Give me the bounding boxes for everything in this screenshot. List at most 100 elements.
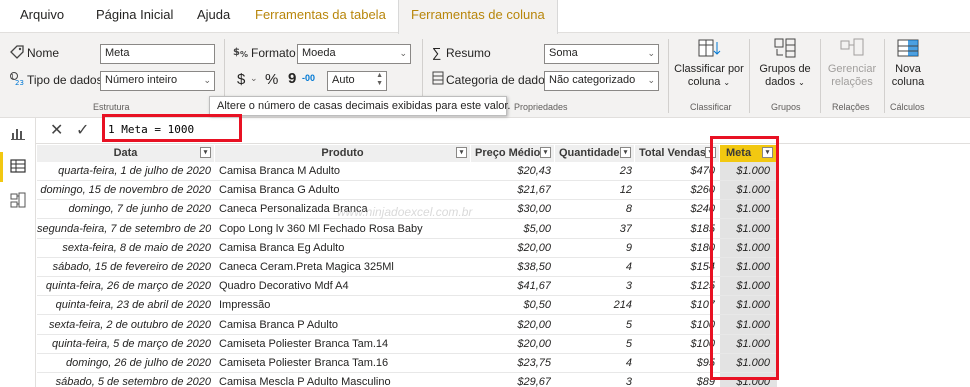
cell-total-vendas[interactable]: $185 — [635, 223, 715, 235]
cell-produto[interactable]: Camisa Branca Eg Adulto — [219, 242, 469, 254]
cell-produto[interactable]: Quadro Decorativo Mdf A4 — [219, 280, 469, 292]
cell-quantidade[interactable]: 23 — [555, 165, 632, 177]
commit-formula-icon[interactable]: ✓ — [76, 120, 89, 140]
cell-preco-medio[interactable]: $0,50 — [471, 299, 551, 311]
cell-total-vendas[interactable]: $470 — [635, 165, 715, 177]
cell-data[interactable]: quarta-feira, 1 de julho de 2020 — [37, 165, 211, 177]
cell-total-vendas[interactable]: $240 — [635, 203, 715, 215]
tab-ferramentas-tabela[interactable]: Ferramentas da tabela — [255, 7, 386, 22]
cell-preco-medio[interactable]: $23,75 — [471, 357, 551, 369]
table-row[interactable]: sábado, 5 de setembro de 2020 Camisa Mesc… — [37, 373, 777, 387]
decimal-places-icon[interactable]: -00 — [302, 73, 315, 83]
table-row[interactable]: segunda-feira, 7 de setembro de 2020 Copo… — [37, 220, 777, 239]
tab-ajuda[interactable]: Ajuda — [197, 7, 230, 22]
cancel-formula-icon[interactable]: ✕ — [50, 120, 63, 140]
table-row[interactable]: quinta-feira, 23 de abril de 2020 Impress… — [37, 296, 777, 316]
column-header-produto[interactable]: Produto ▾ — [215, 145, 471, 162]
percent-button[interactable]: % — [265, 71, 278, 88]
table-row[interactable]: quinta-feira, 26 de março de 2020 Quadro … — [37, 277, 777, 297]
table-row[interactable]: sexta-feira, 8 de maio de 2020 Camisa Bra… — [37, 239, 777, 258]
model-view-icon[interactable] — [9, 191, 27, 209]
tab-pagina-inicial[interactable]: Página Inicial — [96, 7, 173, 22]
cell-total-vendas[interactable]: $125 — [635, 280, 715, 292]
cell-total-vendas[interactable]: $95 — [635, 357, 715, 369]
table-row[interactable]: sábado, 15 de fevereiro de 2020 Caneca Ce… — [37, 258, 777, 277]
cell-data[interactable]: sábado, 5 de setembro de 2020 — [37, 376, 211, 387]
filter-dropdown-icon[interactable]: ▾ — [200, 147, 211, 158]
cell-data[interactable]: domingo, 7 de junho de 2020 — [37, 203, 211, 215]
nova-coluna-button[interactable]: Nova coluna — [886, 37, 930, 89]
cell-preco-medio[interactable]: $20,43 — [471, 165, 551, 177]
cell-preco-medio[interactable]: $5,00 — [471, 223, 551, 235]
cell-total-vendas[interactable]: $154 — [635, 261, 715, 273]
cell-preco-medio[interactable]: $41,67 — [471, 280, 551, 292]
cell-quantidade[interactable]: 3 — [555, 376, 632, 387]
cell-data[interactable]: domingo, 15 de novembro de 2020 — [37, 184, 211, 196]
cell-quantidade[interactable]: 3 — [555, 280, 632, 292]
cell-quantidade[interactable]: 9 — [555, 242, 632, 254]
column-header-data[interactable]: Data ▾ — [37, 145, 215, 162]
nome-input[interactable]: Meta — [100, 44, 215, 64]
cell-total-vendas[interactable]: $180 — [635, 242, 715, 254]
cell-quantidade[interactable]: 4 — [555, 357, 632, 369]
cell-data[interactable]: sexta-feira, 2 de outubro de 2020 — [37, 319, 211, 331]
cell-produto[interactable]: Camiseta Poliester Branca Tam.14 — [219, 338, 469, 350]
cell-preco-medio[interactable]: $21,67 — [471, 184, 551, 196]
table-row[interactable]: quarta-feira, 1 de julho de 2020 Camisa B… — [37, 162, 777, 181]
cell-total-vendas[interactable]: $89 — [635, 376, 715, 387]
cell-data[interactable]: quinta-feira, 5 de março de 2020 — [37, 338, 211, 350]
resumo-select[interactable]: Soma ⌄ — [544, 44, 659, 64]
cell-data[interactable]: sábado, 15 de fevereiro de 2020 — [37, 261, 211, 273]
cell-total-vendas[interactable]: $107 — [635, 299, 715, 311]
cell-produto[interactable]: Camisa Mescla P Adulto Masculino — [219, 376, 469, 387]
cell-produto[interactable]: Impressão — [219, 299, 469, 311]
cell-preco-medio[interactable]: $20,00 — [471, 242, 551, 254]
cell-produto[interactable]: Copo Long lv 360 Ml Fechado Rosa Baby — [219, 223, 469, 235]
table-row[interactable]: domingo, 26 de julho de 2020 Camiseta Pol… — [37, 354, 777, 373]
filter-dropdown-icon[interactable]: ▾ — [456, 147, 467, 158]
table-row[interactable]: domingo, 15 de novembro de 2020 Camisa Br… — [37, 181, 777, 201]
cell-quantidade[interactable]: 8 — [555, 203, 632, 215]
cell-preco-medio[interactable]: $38,50 — [471, 261, 551, 273]
cell-quantidade[interactable]: 12 — [555, 184, 632, 196]
column-header-total-vendas[interactable]: Total Vendas ▾ — [635, 145, 720, 162]
cell-total-vendas[interactable]: $260 — [635, 184, 715, 196]
cell-produto[interactable]: Camiseta Poliester Branca Tam.16 — [219, 357, 469, 369]
data-view-icon[interactable] — [9, 157, 27, 175]
cell-data[interactable]: sexta-feira, 8 de maio de 2020 — [37, 242, 211, 254]
report-view-icon[interactable] — [9, 124, 27, 142]
filter-dropdown-icon[interactable]: ▾ — [620, 147, 631, 158]
cell-produto[interactable]: Camisa Branca G Adulto — [219, 184, 469, 196]
column-header-quantidade[interactable]: Quantidade ▾ — [555, 145, 635, 162]
cell-produto[interactable]: Camisa Branca P Adulto — [219, 319, 469, 331]
gerenciar-relacoes-button[interactable]: Gerenciar relações — [823, 37, 881, 89]
cell-quantidade[interactable]: 5 — [555, 319, 632, 331]
cell-produto[interactable]: Caneca Ceram.Preta Magica 325Ml — [219, 261, 469, 273]
cell-preco-medio[interactable]: $20,00 — [471, 338, 551, 350]
cell-total-vendas[interactable]: $100 — [635, 338, 715, 350]
categoria-select[interactable]: Não categorizado ⌄ — [544, 71, 659, 91]
cell-produto[interactable]: Camisa Branca M Adulto — [219, 165, 469, 177]
cell-total-vendas[interactable]: $100 — [635, 319, 715, 331]
column-header-preco-medio[interactable]: Preço Médio ▾ — [471, 145, 555, 162]
cell-quantidade[interactable]: 5 — [555, 338, 632, 350]
currency-button[interactable]: $ — [237, 71, 245, 88]
cell-data[interactable]: segunda-feira, 7 de setembro de 2020 — [37, 223, 211, 235]
tab-ferramentas-coluna[interactable]: Ferramentas de coluna — [398, 0, 558, 34]
tab-arquivo[interactable]: Arquivo — [20, 7, 64, 22]
cell-quantidade[interactable]: 37 — [555, 223, 632, 235]
table-row[interactable]: quinta-feira, 5 de março de 2020 Camiseta… — [37, 335, 777, 354]
cell-quantidade[interactable]: 4 — [555, 261, 632, 273]
formato-select[interactable]: Moeda ⌄ — [297, 44, 411, 64]
cell-quantidade[interactable]: 214 — [555, 299, 632, 311]
cell-preco-medio[interactable]: $29,67 — [471, 376, 551, 387]
classificar-por-coluna-button[interactable]: Classificar por coluna ⌄ — [672, 37, 746, 89]
grupos-de-dados-button[interactable]: Grupos de dados ⌄ — [754, 37, 816, 89]
decimal-places-input[interactable]: Auto ▲ ▼ — [327, 71, 387, 91]
cell-data[interactable]: quinta-feira, 23 de abril de 2020 — [37, 299, 211, 311]
tipo-dados-select[interactable]: Número inteiro ⌄ — [100, 71, 215, 91]
filter-dropdown-icon[interactable]: ▾ — [540, 147, 551, 158]
table-row[interactable]: sexta-feira, 2 de outubro de 2020 Camisa … — [37, 316, 777, 335]
cell-data[interactable]: domingo, 26 de julho de 2020 — [37, 357, 211, 369]
cell-preco-medio[interactable]: $20,00 — [471, 319, 551, 331]
